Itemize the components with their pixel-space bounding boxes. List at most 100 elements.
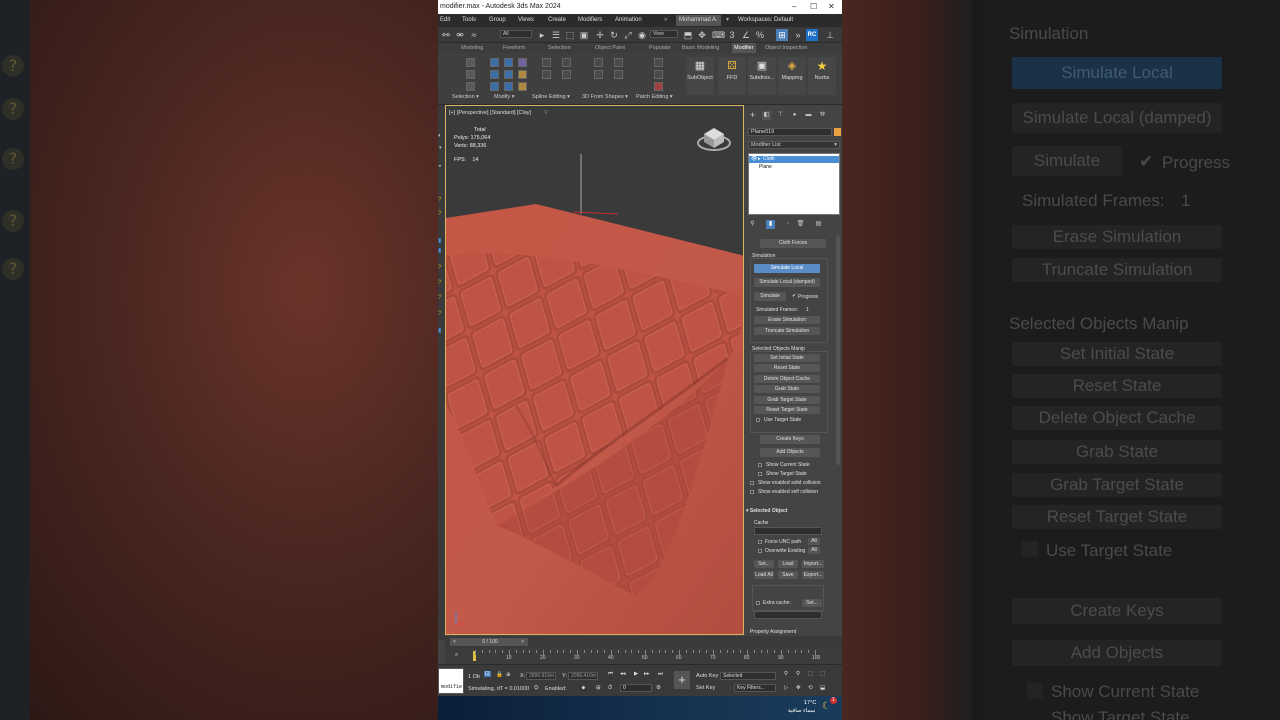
ribbon-tool-icon[interactable] [466,70,475,79]
mapping-button[interactable]: ◈ Mapping [778,57,806,95]
minimize-button[interactable]: – [792,0,796,14]
ribbon-tool-icon[interactable] [562,70,571,79]
maximize-viewport-icon[interactable]: ⬓ [820,685,825,691]
time-slider[interactable]: < 0 / 100 > [450,638,528,646]
moon-icon[interactable]: ☾ [822,701,831,712]
ribbon-tab-selection[interactable]: Selection [548,43,571,53]
set-initial-state-button[interactable]: Set Initial State [754,354,820,362]
hierarchy-tab-icon[interactable]: ⊤ [776,111,785,120]
simulate-button[interactable]: Simulate [754,292,786,301]
key-filters-button[interactable]: Key Filters... [734,684,776,692]
overwrite-existing-checkbox[interactable] [758,549,762,553]
show-solid-collision-checkbox[interactable] [750,481,754,485]
truncate-simulation-button[interactable]: Truncate Simulation [754,327,820,335]
ribbon-tool-icon[interactable] [654,82,663,91]
next-frame-icon[interactable]: ▸▸ [644,671,650,677]
cache-import-button[interactable]: Import... [802,560,824,568]
help-icon[interactable]: ? [438,197,444,204]
modifier-list-dropdown[interactable]: Modifier List ▾ [748,141,840,149]
cache-export-button[interactable]: Export... [802,571,824,579]
menu-create[interactable]: Create [548,14,566,27]
remove-modifier-icon[interactable]: 🗑 [796,220,805,229]
fov-icon[interactable]: ▷ [784,685,788,691]
maximize-button[interactable]: ☐ [810,0,817,14]
pan-icon[interactable]: ✥ [796,685,801,691]
extra-cache-path-field[interactable] [754,611,822,619]
property-assignment-header[interactable]: Property Assignment [750,629,796,635]
keyboard-shortcut-icon[interactable]: ⌨ [712,29,725,41]
select-by-name-icon[interactable]: ☰ [550,29,562,41]
scene-tool-icon[interactable]: ◒ [438,163,444,170]
configure-sets-icon[interactable]: ▤ [814,220,823,229]
ribbon-selection-dropdown[interactable]: Selection ▾ [452,94,479,100]
close-button[interactable]: ✕ [828,0,835,14]
cache-set-button[interactable]: Set... [754,560,774,568]
user-dropdown-icon[interactable]: ▾ [726,14,729,27]
ribbon-tool-icon[interactable] [614,70,623,79]
menu-group[interactable]: Group [489,14,506,27]
track-bar[interactable]: ⌕ 10 20 30 40 50 60 70 80 90 100 [445,648,842,664]
set-key-button[interactable]: Set Key [696,685,715,691]
trackbar-toggle-icon[interactable]: ⌕ [455,652,458,659]
ribbon-tool-icon[interactable] [654,70,663,79]
select-manipulate-icon[interactable]: ✥ [696,29,708,41]
select-object-icon[interactable]: ▸ [536,29,548,41]
help-icon[interactable]: ? [438,265,444,272]
motion-tab-icon[interactable]: ● [790,111,799,120]
ribbon-tab-freeform[interactable]: Freeform [503,43,525,53]
subobject-button[interactable]: ▦ SubObject [686,57,714,95]
ribbon-3d-shapes-dropdown[interactable]: 3D From Shapes ▾ [582,94,628,100]
panel-scrollbar[interactable] [836,235,840,465]
subdivision-button[interactable]: ▣ Subdivis... [748,57,776,95]
menu-overflow-icon[interactable]: » [664,14,667,27]
placement-icon[interactable]: ◉ [636,29,648,41]
ribbon-tab-populate[interactable]: Populate [649,43,671,53]
ribbon-tool-icon[interactable] [542,58,551,67]
zoom-extents-all-icon[interactable]: ⬚ [820,671,825,677]
current-frame-field[interactable]: 0 [620,684,652,692]
delete-object-cache-button[interactable]: Delete Object Cache [754,375,820,383]
grid-icon[interactable]: ⊞ [596,685,601,691]
ribbon-spline-dropdown[interactable]: Spline Editing ▾ [532,94,570,100]
nurbs-button[interactable]: ★ Nurbs [808,57,836,95]
force-unc-all-button[interactable]: All [808,538,820,545]
ribbon-tool-icon[interactable] [654,58,663,67]
viewport-filter-icon[interactable]: ⚲ [544,110,548,116]
ribbon-tool-icon[interactable] [504,58,513,67]
ribbon-tab-basic-modeling[interactable]: Basic Modeling [682,43,719,53]
simulate-local-button[interactable]: Simulate Local [754,264,820,273]
grab-state-button[interactable]: Grab State [754,385,820,393]
rotate-icon[interactable]: ↻ [608,29,620,41]
ribbon-tool-icon[interactable] [594,58,603,67]
enabled-toggle-icon[interactable]: ◉ [580,685,587,691]
link-icon[interactable]: ⚯ [440,29,452,41]
display-tab-icon[interactable]: ▬ [804,111,813,120]
x-coord-field[interactable]: 2896.916m [526,672,556,680]
reset-target-state-button[interactable]: Reset Target State [754,406,820,414]
cloth-forces-button[interactable]: Cloth Forces [760,239,826,248]
force-unc-checkbox[interactable] [758,540,762,544]
ribbon-tool-icon[interactable] [466,82,475,91]
cache-path-field[interactable] [754,527,822,535]
go-to-end-icon[interactable]: ⏭ [658,671,663,678]
prev-frame-icon[interactable]: ◂◂ [620,671,626,677]
transform-icon[interactable]: ⛭ [534,685,538,692]
selected-object-header[interactable]: ▾ Selected Object [746,508,787,514]
ribbon-tool-icon[interactable] [594,70,603,79]
stack-item-plane[interactable]: Plane [749,164,839,171]
orbit-icon[interactable]: ⟲ [808,685,813,691]
perspective-viewport[interactable]: [+] [Perspective] [Standard] [Clay] ⚲ To… [445,105,744,635]
create-keys-button[interactable]: Create Keys [760,435,820,444]
lock-icon[interactable]: 🔒 [496,672,503,678]
ribbon-tool-icon[interactable] [504,82,513,91]
eye-icon[interactable]: 👁 [751,156,757,163]
object-color-swatch[interactable] [834,128,841,136]
selection-set-dropdown[interactable]: Selected [720,672,776,680]
erase-simulation-button[interactable]: Erase Simulation [754,316,820,324]
time-config-icon[interactable]: ⚙ [656,685,661,691]
object-name-field[interactable]: Plane019 [748,128,832,136]
time-prev-button[interactable]: < [453,639,456,645]
snaps-toggle-icon[interactable]: 3 [726,29,738,41]
zoom-all-icon[interactable]: ⚲ [796,671,800,677]
cache-save-button[interactable]: Save [778,571,798,579]
